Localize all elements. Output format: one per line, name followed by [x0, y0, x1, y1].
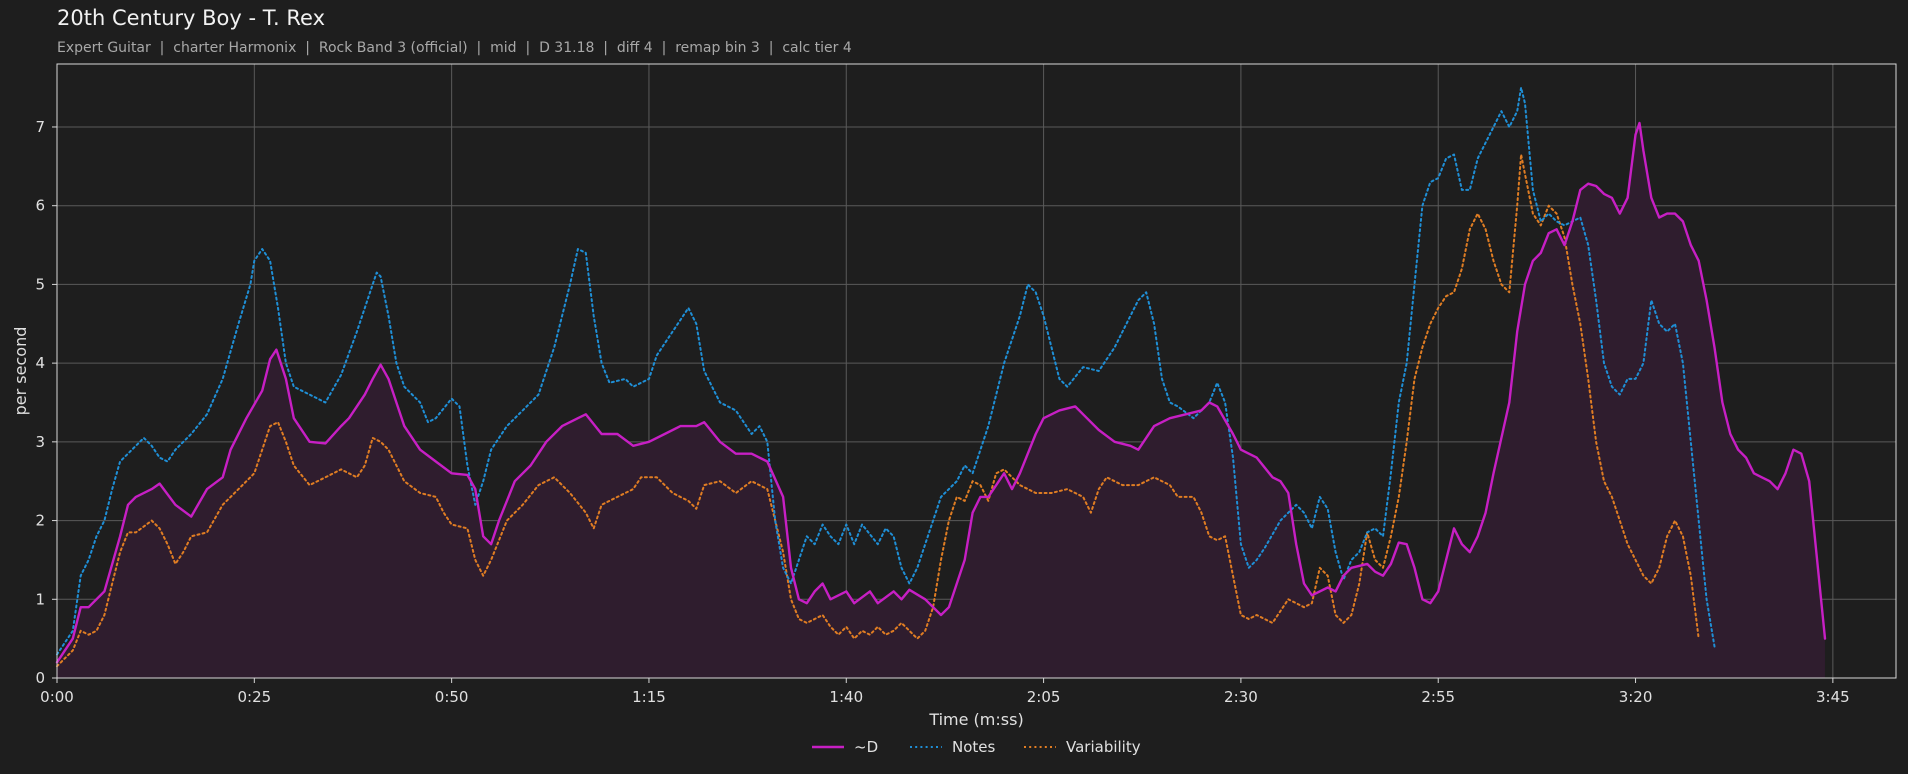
y-axis-label: per second: [11, 327, 30, 416]
x-tick-label: 3:20: [1619, 688, 1653, 706]
legend: ~D Notes Variability: [812, 738, 1141, 756]
x-tick-label: 3:45: [1816, 688, 1850, 706]
x-tick-label: 1:15: [632, 688, 666, 706]
x-tick-label: 1:40: [829, 688, 863, 706]
y-tick-label: 4: [35, 354, 45, 372]
y-tick-label: 7: [35, 118, 45, 136]
x-tick-label: 2:30: [1224, 688, 1258, 706]
y-tick-label: 6: [35, 197, 45, 215]
d-area-fill: [57, 123, 1825, 678]
y-tick-label: 5: [35, 275, 45, 293]
x-tick-label: 2:55: [1421, 688, 1455, 706]
x-tick-label: 0:00: [40, 688, 74, 706]
chart: 0:00 0:25 0:50 1:15 1:40 2:05 2:30 2:55 3:20 3:45…: [11, 63, 1897, 756]
x-tick-label: 2:05: [1027, 688, 1061, 706]
x-tick-label: 0:25: [237, 688, 271, 706]
y-tick-label: 0: [35, 669, 45, 687]
series-fill-layer: [57, 123, 1825, 678]
y-tick-label: 1: [35, 590, 45, 608]
legend-label: Variability: [1066, 738, 1141, 756]
legend-label: ~D: [854, 738, 878, 756]
x-axis-label: Time (m:ss): [928, 710, 1023, 729]
x-tick-label: 0:50: [435, 688, 469, 706]
y-tick-label: 2: [35, 512, 45, 530]
legend-label: Notes: [952, 738, 996, 756]
y-tick-label: 3: [35, 433, 45, 451]
